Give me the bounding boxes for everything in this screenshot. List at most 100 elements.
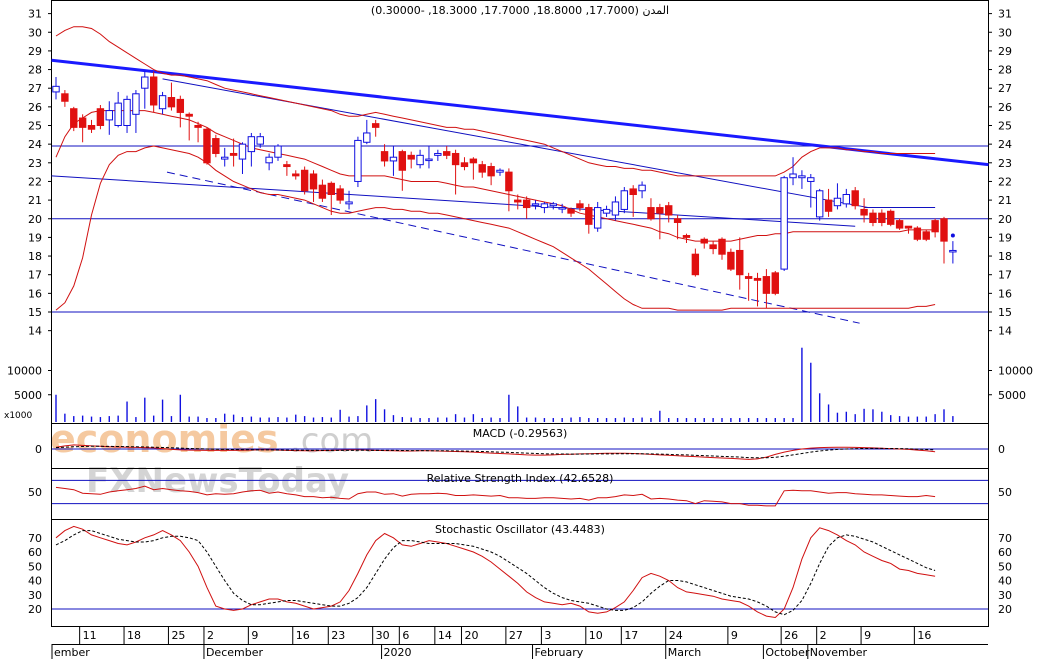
candle-down — [514, 199, 522, 203]
price-tick-label-right: 20 — [998, 213, 1012, 226]
stochastic-tick-label-left: 30 — [28, 589, 42, 602]
candle-up — [265, 156, 273, 164]
candle-down — [869, 212, 877, 223]
candle-down — [709, 244, 717, 250]
x-month-label: October — [765, 646, 809, 659]
candle-down — [185, 113, 193, 117]
price-tick-label-left: 25 — [28, 120, 42, 133]
x-day-label: 10 — [589, 629, 603, 642]
stochastic-tick-label-left: 70 — [28, 532, 42, 545]
candle-down — [309, 173, 318, 190]
candle-down — [629, 188, 637, 196]
candle-up — [602, 208, 611, 214]
candle-down — [300, 169, 309, 192]
stock-chart-window: economies .com FXNewsToday 14 14 15 15 16 16 1… — [0, 0, 1040, 659]
candle-down — [647, 207, 655, 220]
price-tick-label-left: 24 — [28, 138, 42, 151]
price-tick-label-left: 30 — [28, 26, 42, 39]
price-tick-label-left: 17 — [28, 269, 42, 282]
rsi-tick-label-right: 50 — [998, 486, 1012, 499]
x-month-label: February — [535, 646, 584, 659]
rsi-title: Relative Strength Index (42.6528) — [427, 472, 614, 485]
candle-up — [425, 158, 433, 162]
price-tick-label-right: 15 — [998, 306, 1012, 319]
stochastic-tick-label-right: 30 — [998, 589, 1012, 602]
price-tick-label-left: 26 — [28, 101, 42, 114]
x-month-label: ember — [54, 646, 90, 659]
x-day-label: 11 — [83, 629, 97, 642]
candle-up — [221, 156, 229, 160]
candle-up — [842, 194, 851, 205]
candle-down — [887, 210, 895, 225]
candle-down — [283, 164, 291, 168]
candle-up — [807, 177, 815, 182]
candle-down — [167, 97, 176, 108]
x-month-label: December — [206, 646, 264, 659]
price-tick-label-left: 22 — [28, 175, 42, 188]
candle-up — [638, 184, 646, 192]
candle-down — [469, 158, 478, 164]
stochastic-tick-label-right: 40 — [998, 575, 1012, 588]
candle-down — [762, 276, 771, 294]
candle-up — [247, 136, 256, 153]
price-tick-label-right: 29 — [998, 45, 1012, 58]
candle-up — [389, 156, 398, 162]
candle-down — [940, 218, 948, 242]
candle-up — [238, 143, 247, 160]
candle-down — [203, 128, 211, 164]
price-tick-label-right: 22 — [998, 175, 1012, 188]
candle-down — [78, 117, 87, 128]
stochastic-tick-label-right: 60 — [998, 546, 1012, 559]
candle-down — [753, 277, 762, 281]
x-day-label: 17 — [624, 629, 638, 642]
candle-down — [398, 151, 407, 171]
x-day-label: 20 — [464, 629, 478, 642]
candle-down — [691, 253, 700, 276]
candle-down — [904, 225, 913, 229]
watermark-fxnewstoday: FXNewsToday — [86, 461, 349, 501]
price-tick-label-right: 23 — [998, 157, 1012, 170]
candle-down — [522, 199, 531, 209]
candle-down — [336, 188, 344, 201]
price-tick-label-right: 26 — [998, 101, 1012, 114]
candle-up — [496, 169, 504, 173]
price-tick-label-left: 18 — [28, 250, 42, 263]
watermark-dotcom: .com — [290, 421, 373, 461]
candle-down — [487, 166, 495, 177]
candle-down — [931, 220, 939, 233]
stochastic-tick-label-left: 50 — [28, 560, 42, 573]
x-day-label: 25 — [171, 629, 185, 642]
price-tick-label-right: 30 — [998, 26, 1012, 39]
x-day-label: 2 — [820, 629, 827, 642]
price-tick-label-right: 24 — [998, 138, 1012, 151]
last-price-marker — [950, 233, 955, 238]
x-month-label: March — [668, 646, 702, 659]
x-day-label: 24 — [669, 629, 683, 642]
volume-tick-label-right: 5000 — [998, 389, 1026, 402]
x-day-label: 2 — [207, 629, 214, 642]
price-tick-label-left: 16 — [28, 287, 42, 300]
candle-down — [736, 249, 744, 276]
volume-tick-label-right: 10000 — [998, 365, 1033, 378]
candle-down — [318, 184, 327, 199]
candle-up — [416, 154, 424, 166]
candle-up — [132, 93, 140, 115]
candle-down — [380, 151, 389, 162]
price-tick-label-left: 29 — [28, 45, 42, 58]
price-tick-label-right: 31 — [998, 8, 1012, 21]
candle-up — [815, 190, 824, 218]
candle-up — [611, 201, 620, 216]
x-day-label: 26 — [784, 629, 798, 642]
candle-up — [789, 173, 797, 179]
price-tick-label-right: 16 — [998, 287, 1012, 300]
candle-up — [114, 102, 122, 127]
candle-down — [878, 212, 886, 223]
macd-title: MACD (-0.29563) — [473, 427, 568, 440]
candle-up — [620, 190, 629, 210]
candle-down — [70, 108, 78, 128]
candle-down — [212, 138, 220, 154]
candle-down — [860, 208, 868, 216]
candle-up — [833, 197, 842, 207]
x-day-label: 27 — [509, 629, 523, 642]
candle-up — [105, 110, 113, 121]
